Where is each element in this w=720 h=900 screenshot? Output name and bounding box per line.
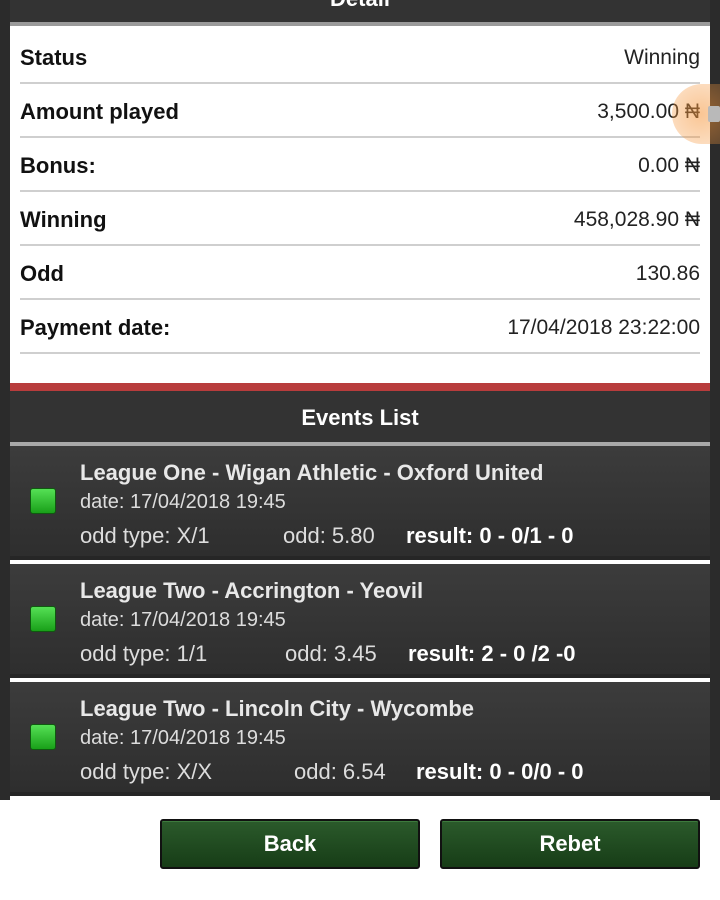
status-indicator-icon xyxy=(30,488,56,514)
status-indicator-icon xyxy=(30,724,56,750)
detail-label: Bonus: xyxy=(20,153,96,178)
detail-label: Payment date: xyxy=(20,315,171,340)
detail-row-status: Status Winning xyxy=(20,30,700,84)
events-header-title: Events List xyxy=(301,405,419,430)
detail-row-winning: Winning 458,028.90 ₦ xyxy=(20,192,700,246)
detail-header-title: Detail xyxy=(10,0,710,12)
detail-row-odd: Odd 130.86 xyxy=(20,246,700,300)
events-header: Events List xyxy=(10,391,710,446)
event-result: result: 0 - 0/0 - 0 xyxy=(416,759,584,784)
detail-value: 17/04/2018 23:22:00 xyxy=(507,316,700,339)
back-button[interactable]: Back xyxy=(160,819,420,869)
section-divider xyxy=(10,383,710,391)
event-date: date: 17/04/2018 19:45 xyxy=(80,609,286,631)
detail-row-bonus: Bonus: 0.00 ₦ xyxy=(20,138,700,192)
event-odd-type: odd type: X/1 xyxy=(80,523,210,548)
event-result: result: 2 - 0 /2 -0 xyxy=(408,641,576,666)
event-odd-type: odd type: 1/1 xyxy=(80,641,208,666)
event-item: League Two - Accrington - Yeovil date: 1… xyxy=(10,564,710,678)
status-indicator-icon xyxy=(30,606,56,632)
detail-label: Status xyxy=(20,45,88,70)
event-date: date: 17/04/2018 19:45 xyxy=(80,727,286,749)
event-odd: odd: 3.45 xyxy=(285,641,377,666)
detail-row-payment-date: Payment date: 17/04/2018 23:22:00 xyxy=(20,300,700,354)
event-title: League Two - Lincoln City - Wycombe xyxy=(80,696,474,721)
detail-table: Status Winning Amount played 3,500.00 ₦ … xyxy=(10,30,710,354)
detail-label: Winning xyxy=(20,207,107,232)
event-odd: odd: 5.80 xyxy=(283,523,375,548)
event-odd-type: odd type: X/X xyxy=(80,759,213,784)
left-frame xyxy=(0,0,10,800)
event-date: date: 17/04/2018 19:45 xyxy=(80,491,286,513)
speaker-icon xyxy=(708,106,720,122)
detail-value: Winning xyxy=(624,46,700,69)
detail-value: 130.86 xyxy=(635,262,700,285)
detail-value: 458,028.90 ₦ xyxy=(573,208,700,231)
event-title: League Two - Accrington - Yeovil xyxy=(80,578,424,603)
event-result: result: 0 - 0/1 - 0 xyxy=(406,523,574,548)
detail-value: 0.00 ₦ xyxy=(638,154,700,177)
event-title: League One - Wigan Athletic - Oxford Uni… xyxy=(80,460,544,485)
detail-row-amount-played: Amount played 3,500.00 ₦ xyxy=(20,84,700,138)
rebet-button[interactable]: Rebet xyxy=(440,819,700,869)
event-item: League Two - Lincoln City - Wycombe date… xyxy=(10,682,710,796)
event-odd: odd: 6.54 xyxy=(294,759,386,784)
detail-label: Amount played xyxy=(20,99,179,124)
detail-header: Detail xyxy=(10,0,710,26)
detail-label: Odd xyxy=(20,261,64,286)
event-item: League One - Wigan Athletic - Oxford Uni… xyxy=(10,446,710,560)
